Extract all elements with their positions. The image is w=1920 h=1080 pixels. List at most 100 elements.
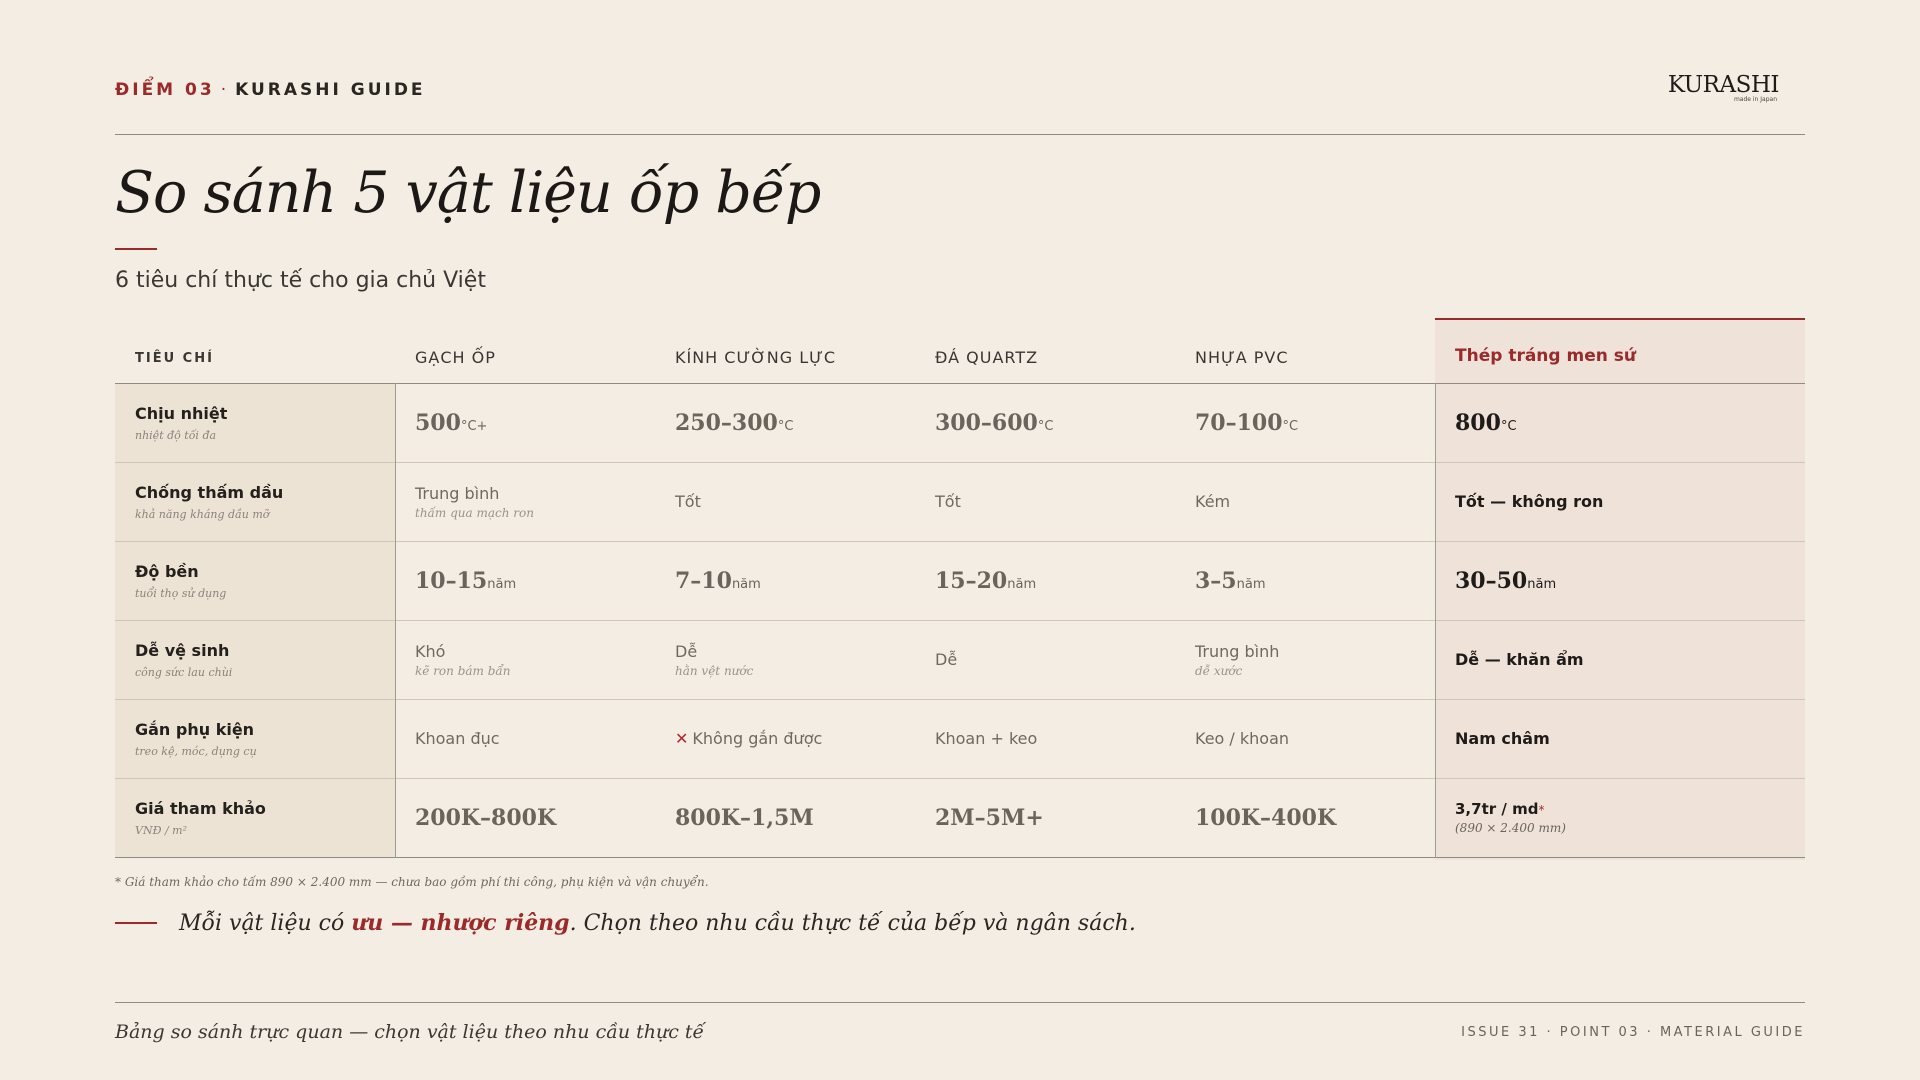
criteria-cell: Gắn phụ kiện treo kệ, móc, dụng cụ: [135, 699, 257, 778]
value: Nam châm: [1455, 729, 1550, 748]
value: Tốt: [935, 492, 961, 511]
value: Dễ: [935, 650, 958, 669]
highlight-value-cell: Dễ — khăn ẩm: [1455, 620, 1584, 699]
value-cell: Dễ hằn vệt nước: [675, 620, 753, 699]
value: 30–50năm: [1455, 567, 1557, 594]
value: 800°C: [1455, 409, 1517, 436]
highlight-value-cell: 800°C: [1455, 383, 1517, 462]
value-note: dễ xước: [1195, 663, 1243, 678]
value-cell: 800K–1,5M: [675, 778, 814, 857]
value: Khoan + keo: [935, 729, 1038, 748]
criteria-name: Chịu nhiệt: [135, 403, 228, 423]
value-cell: 3–5năm: [1195, 541, 1266, 620]
criteria-description: công sức lau chùi: [135, 665, 233, 679]
header-tempered-glass: KÍNH CƯỜNG LỰC: [675, 348, 837, 367]
table-row: Giá tham khảo VNĐ / m² 200K–800K 800K–1,…: [115, 778, 1805, 858]
page-subtitle: 6 tiêu chí thực tế cho gia chủ Việt: [115, 268, 486, 293]
value-cell: 10–15năm: [415, 541, 516, 620]
value: 15–20năm: [935, 567, 1037, 594]
criteria-name: Gắn phụ kiện: [135, 719, 255, 739]
highlight-value-cell: 3,7tr / md* (890 × 2.400 mm): [1455, 778, 1566, 857]
value-cell: 15–20năm: [935, 541, 1036, 620]
highlight-value-cell: Tốt — không ron: [1455, 462, 1603, 541]
value-cell: ✕ Không gắn được: [675, 699, 822, 778]
quote-emphasis: ưu — nhược riêng: [351, 910, 570, 936]
value-cell: Khó kẽ ron bám bẩn: [415, 620, 510, 699]
value: Dễ — khăn ẩm: [1455, 650, 1584, 669]
kicker-label: KURASHI GUIDE: [235, 80, 426, 100]
criteria-cell: Dễ vệ sinh công sức lau chùi: [135, 620, 232, 699]
title-underline: [115, 248, 157, 250]
table-row: Độ bền tuổi thọ sử dụng 10–15năm 7–10năm…: [115, 541, 1805, 621]
table-row: Chống thấm dầu khả năng kháng dầu mỡ Tru…: [115, 462, 1805, 542]
quote-text: Mỗi vật liệu có ưu — nhược riêng. Chọn t…: [179, 910, 1136, 936]
value: 10–15năm: [415, 567, 517, 594]
value-note: hằn vệt nước: [675, 663, 754, 678]
value-cell: Keo / khoan: [1195, 699, 1289, 778]
brand-logo: KURASHI made in Japan: [1667, 72, 1780, 103]
top-bar: ĐIỂM 03 · KURASHI GUIDE KURASHI made in Ja…: [115, 72, 1805, 135]
value: Kém: [1195, 492, 1231, 511]
highlight-divider: [1435, 383, 1436, 858]
criteria-name: Dễ vệ sinh: [135, 640, 230, 660]
value: 500°C+: [415, 409, 488, 436]
value-cell: Khoan đục: [415, 699, 500, 778]
criteria-divider: [395, 383, 396, 858]
footer: Bảng so sánh trực quan — chọn vật liệu t…: [115, 1002, 1805, 1043]
highlight-value-cell: 30–50năm: [1455, 541, 1556, 620]
price-footnote: * Giá tham khảo cho tấm 890 × 2.400 mm —…: [115, 875, 709, 889]
quote-rule: [115, 922, 157, 924]
logo-wordmark: KURASHI: [1667, 72, 1780, 98]
header-pvc: NHỰA PVC: [1195, 348, 1289, 367]
value-cell: Trung bình dễ xước: [1195, 620, 1279, 699]
value-cell: Khoan + keo: [935, 699, 1037, 778]
page: ĐIỂM 03 · KURASHI GUIDE KURASHI made in Ja…: [115, 0, 1805, 1080]
value: Tốt: [675, 492, 701, 511]
kicker: ĐIỂM 03 · KURASHI GUIDE: [115, 80, 426, 100]
value: Dễ: [675, 641, 698, 661]
value: 3–5năm: [1195, 567, 1266, 594]
x-icon: ✕: [675, 729, 689, 748]
highlight-value-cell: Nam châm: [1455, 699, 1550, 778]
criteria-cell: Chịu nhiệt nhiệt độ tối đa: [135, 383, 227, 462]
value: 7–10năm: [675, 567, 761, 594]
criteria-description: treo kệ, móc, dụng cụ: [135, 744, 257, 758]
value-cell: 7–10năm: [675, 541, 761, 620]
kicker-separator: ·: [220, 80, 230, 100]
value: 250–300°C: [675, 409, 794, 436]
table-row: Dễ vệ sinh công sức lau chùi Khó kẽ ron …: [115, 620, 1805, 700]
value-note: (890 × 2.400 mm): [1455, 821, 1566, 835]
kicker-point: ĐIỂM 03: [115, 80, 215, 100]
footnote-marker: *: [1538, 803, 1545, 817]
value-cell: 250–300°C: [675, 383, 793, 462]
value: 100K–400K: [1195, 804, 1337, 831]
criteria-cell: Giá tham khảo VNĐ / m²: [135, 778, 266, 857]
value: 200K–800K: [415, 804, 557, 831]
value: 300–600°C: [935, 409, 1054, 436]
header-quartz: ĐÁ QUARTZ: [935, 348, 1039, 367]
value-cell: Dễ: [935, 620, 957, 699]
value: Tốt — không ron: [1455, 492, 1604, 511]
value-cell: 500°C+: [415, 383, 487, 462]
value-cell: Tốt: [935, 462, 961, 541]
criteria-cell: Chống thấm dầu khả năng kháng dầu mỡ: [135, 462, 283, 541]
page-title: So sánh 5 vật liệu ốp bếp: [115, 160, 821, 226]
criteria-description: tuổi thọ sử dụng: [135, 586, 227, 600]
value-cell: Tốt: [675, 462, 701, 541]
criteria-name: Giá tham khảo: [135, 798, 266, 818]
criteria-description: VNĐ / m²: [135, 823, 187, 837]
value: Khó: [415, 641, 446, 661]
header-criteria: TIÊU CHÍ: [135, 351, 214, 366]
value-note: kẽ ron bám bẩn: [415, 663, 511, 678]
value-cell: 300–600°C: [935, 383, 1053, 462]
criteria-name: Chống thấm dầu: [135, 482, 284, 502]
table-header: TIÊU CHÍ GẠCH ỐP KÍNH CƯỜNG LỰC ĐÁ QUART…: [115, 318, 1805, 384]
value-cell: Trung bình thấm qua mạch ron: [415, 462, 534, 541]
value: Trung bình: [1195, 641, 1280, 661]
value: 800K–1,5M: [675, 804, 814, 831]
value-cell: 2M–5M+: [935, 778, 1044, 857]
header-ceramic-tile: GẠCH ỐP: [415, 348, 496, 367]
pull-quote: Mỗi vật liệu có ưu — nhược riêng. Chọn t…: [115, 908, 1136, 938]
value: 70–100°C: [1195, 409, 1299, 436]
criteria-cell: Độ bền tuổi thọ sử dụng: [135, 541, 226, 620]
